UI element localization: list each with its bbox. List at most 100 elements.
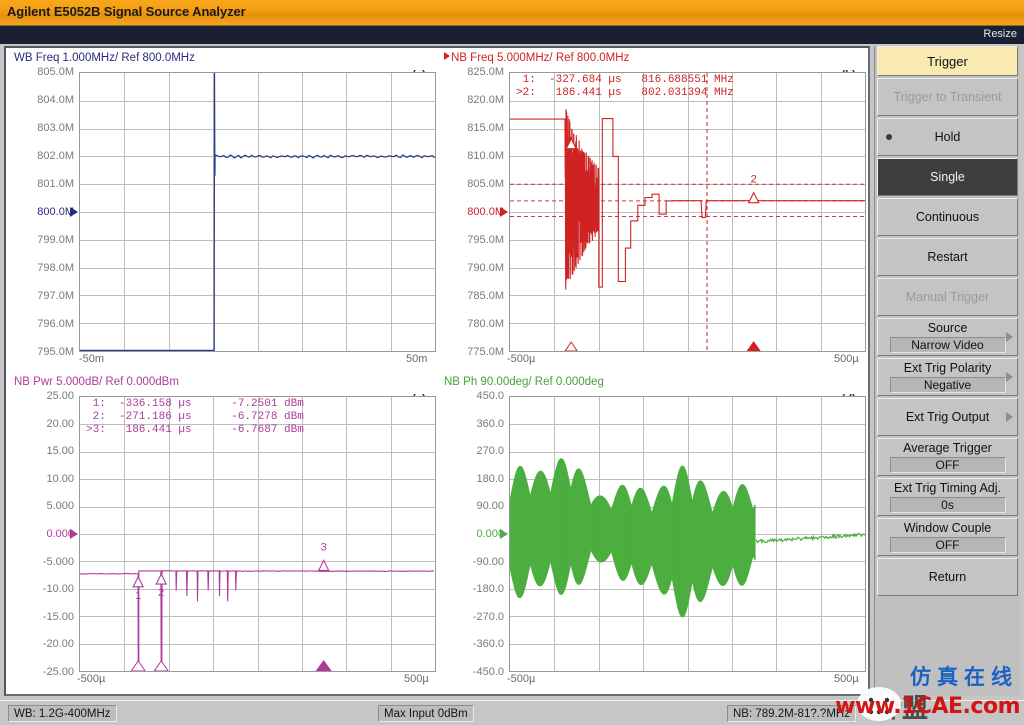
svg-text:2: 2 bbox=[751, 174, 757, 186]
pane-c-x-right: 500µ bbox=[404, 673, 429, 685]
softkey-header-label: Trigger bbox=[927, 54, 968, 69]
softkey-header: Trigger bbox=[877, 46, 1018, 76]
pane-d-plot[interactable] bbox=[509, 396, 866, 672]
softkey-average-trigger[interactable]: Average Trigger OFF bbox=[877, 438, 1018, 476]
pane-b-x-left: -500µ bbox=[507, 353, 535, 365]
reference-level-marker-icon bbox=[70, 529, 78, 539]
softkey-value[interactable]: Negative bbox=[890, 377, 1006, 393]
softkey-label: Ext Trig Timing Adj. bbox=[894, 481, 1001, 495]
app-title: Agilent E5052B Signal Source Analyzer bbox=[7, 4, 246, 19]
softkey-value[interactable]: Narrow Video bbox=[890, 337, 1006, 353]
status-nb-range: NB: 789.2M-81?.?MHz bbox=[727, 705, 856, 722]
y-tick-label: 180.0 bbox=[442, 473, 504, 485]
softkey-label: Ext Trig Output bbox=[906, 410, 989, 424]
softkey-label: Source bbox=[928, 321, 968, 335]
softkey-trigger-to-transient: Trigger to Transient bbox=[877, 78, 1018, 116]
y-tick-label: 25.00 bbox=[12, 390, 74, 402]
svg-text:1: 1 bbox=[568, 152, 574, 164]
pane-nb-power[interactable]: NB Pwr 5.000dB/ Ref 0.000dBm (c) 25.0020… bbox=[8, 374, 436, 692]
pane-b-plot[interactable]: 12 bbox=[509, 72, 866, 352]
y-tick-label: -90.00 bbox=[442, 556, 504, 568]
svg-text:2: 2 bbox=[158, 587, 164, 599]
reference-level-marker-icon bbox=[70, 207, 78, 217]
softkey-label: Window Couple bbox=[904, 521, 992, 535]
resize-button[interactable]: Resize bbox=[983, 28, 1017, 40]
softkey-manual-trigger: Manual Trigger bbox=[877, 278, 1018, 316]
pane-d-x-left: -500µ bbox=[507, 673, 535, 685]
pane-b-x-right: 500µ bbox=[834, 353, 859, 365]
softkey-ext-trig-output[interactable]: Ext Trig Output bbox=[877, 398, 1018, 436]
pane-c-title: NB Pwr 5.000dB/ Ref 0.000dBm bbox=[14, 376, 179, 388]
pane-wb-freq[interactable]: WB Freq 1.000MHz/ Ref 800.0MHz (a) 805.0… bbox=[8, 50, 436, 372]
y-tick-label: 0.000 bbox=[442, 528, 504, 540]
y-tick-label: 5.000 bbox=[12, 500, 74, 512]
y-tick-label: -450.0 bbox=[442, 666, 504, 678]
pane-a-plot[interactable] bbox=[79, 72, 436, 352]
y-tick-label: 0.000 bbox=[12, 528, 74, 540]
status-max-input: Max Input 0dBm bbox=[378, 705, 474, 722]
softkey-label: Return bbox=[929, 570, 967, 584]
softkey-ext-trig-polarity[interactable]: Ext Trig Polarity Negative bbox=[877, 358, 1018, 396]
pane-d-title: NB Ph 90.00deg/ Ref 0.000deg bbox=[444, 376, 604, 388]
softkey-label: Restart bbox=[927, 250, 967, 264]
y-tick-label: -360.0 bbox=[442, 638, 504, 650]
softkey-return[interactable]: Return bbox=[877, 558, 1018, 596]
pane-nb-phase[interactable]: NB Ph 90.00deg/ Ref 0.000deg (d) 450.036… bbox=[438, 374, 866, 692]
y-tick-label: -180.0 bbox=[442, 583, 504, 595]
title-bar: Agilent E5052B Signal Source Analyzer bbox=[0, 0, 1024, 26]
softkey-hold[interactable]: Hold bbox=[877, 118, 1018, 156]
softkey-restart[interactable]: Restart bbox=[877, 238, 1018, 276]
y-tick-label: 450.0 bbox=[442, 390, 504, 402]
y-tick-label: 804.0M bbox=[12, 94, 74, 106]
pane-b-title-text: NB Freq 5.000MHz/ Ref 800.0MHz bbox=[451, 52, 629, 64]
y-tick-label: 820.0M bbox=[442, 94, 504, 106]
y-tick-label: -15.00 bbox=[12, 611, 74, 623]
pane-nb-freq[interactable]: NB Freq 5.000MHz/ Ref 800.0MHz (b) 825.0… bbox=[438, 50, 866, 372]
y-tick-label: 15.00 bbox=[12, 445, 74, 457]
y-tick-label: 800.0M bbox=[442, 206, 504, 218]
y-tick-label: 801.0M bbox=[12, 178, 74, 190]
y-tick-label: 805.0M bbox=[442, 178, 504, 190]
softkey-value[interactable]: 0s bbox=[890, 497, 1006, 513]
softkey-source[interactable]: Source Narrow Video bbox=[877, 318, 1018, 356]
y-tick-label: 90.00 bbox=[442, 500, 504, 512]
y-tick-label: -20.00 bbox=[12, 638, 74, 650]
y-tick-label: 785.0M bbox=[442, 290, 504, 302]
y-tick-label: 775.0M bbox=[442, 346, 504, 358]
softkey-single[interactable]: Single bbox=[877, 158, 1018, 196]
softkey-window-couple[interactable]: Window Couple OFF bbox=[877, 518, 1018, 556]
reference-level-marker-icon bbox=[500, 529, 508, 539]
y-tick-label: 810.0M bbox=[442, 150, 504, 162]
y-tick-label: 803.0M bbox=[12, 122, 74, 134]
y-tick-label: -5.000 bbox=[12, 556, 74, 568]
softkey-ext-trig-timing-adj[interactable]: Ext Trig Timing Adj. 0s bbox=[877, 478, 1018, 516]
measurement-display: WB Freq 1.000MHz/ Ref 800.0MHz (a) 805.0… bbox=[4, 46, 870, 696]
status-wb-range: WB: 1.2G-400MHz bbox=[8, 705, 117, 722]
softkey-value[interactable]: OFF bbox=[890, 537, 1006, 553]
pane-a-x-right: 50m bbox=[406, 353, 427, 365]
pane-c-x-left: -500µ bbox=[77, 673, 105, 685]
radio-selected-icon bbox=[886, 134, 892, 140]
softkey-label: Single bbox=[930, 170, 965, 184]
softkey-continuous[interactable]: Continuous bbox=[877, 198, 1018, 236]
y-tick-label: 780.0M bbox=[442, 318, 504, 330]
pane-a-title: WB Freq 1.000MHz/ Ref 800.0MHz bbox=[14, 52, 195, 64]
softkey-label: Manual Trigger bbox=[906, 290, 989, 304]
y-tick-label: 796.0M bbox=[12, 318, 74, 330]
y-tick-label: 799.0M bbox=[12, 234, 74, 246]
chevron-right-icon bbox=[1006, 332, 1013, 342]
svg-text:1: 1 bbox=[135, 590, 141, 602]
y-tick-label: 798.0M bbox=[12, 262, 74, 274]
chevron-right-icon bbox=[1006, 372, 1013, 382]
y-tick-label: 800.0M bbox=[12, 206, 74, 218]
pane-a-x-left: -50m bbox=[79, 353, 104, 365]
softkey-value[interactable]: OFF bbox=[890, 457, 1006, 473]
reference-level-marker-icon bbox=[500, 207, 508, 217]
softkey-label: Average Trigger bbox=[903, 441, 992, 455]
y-tick-label: 790.0M bbox=[442, 262, 504, 274]
softkey-label: Continuous bbox=[916, 210, 979, 224]
pane-c-marker-table: 1: -336.158 µs -7.2501 dBm 2: -271.186 µ… bbox=[86, 398, 304, 437]
pane-c-plot[interactable]: 1 2 3 bbox=[79, 396, 436, 672]
pane-b-title: NB Freq 5.000MHz/ Ref 800.0MHz bbox=[444, 52, 629, 64]
y-tick-label: 10.00 bbox=[12, 473, 74, 485]
